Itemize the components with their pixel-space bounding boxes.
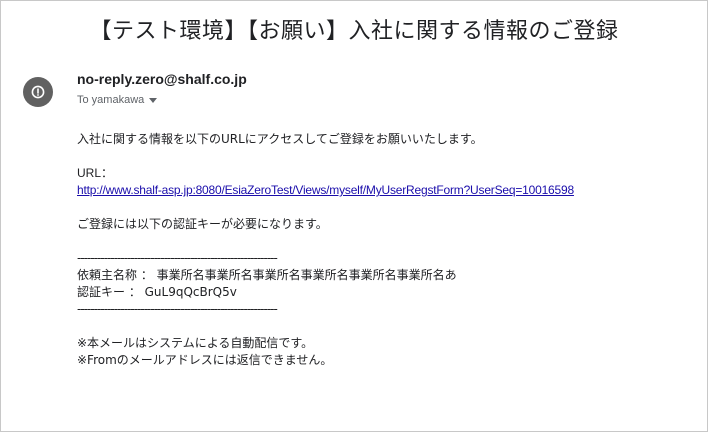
sender-avatar[interactable] — [23, 77, 53, 107]
recipient-label: To yamakawa — [77, 94, 145, 106]
footer-auto-notice: ※本メールはシステムによる自動配信です。 — [77, 336, 314, 350]
auth-key-line: 認証キー ： GuL9qQcBrQ5v — [77, 285, 237, 299]
requester-name-line: 依頼主名称 ： 事業所名事業所名事業所名事業所名事業所名事業所名あ — [77, 268, 457, 282]
sender-email[interactable]: no-reply.zero@shalf.co.jp — [77, 71, 247, 87]
email-subject: 【テスト環境】【お願い】入社に関する情報のご登録 — [89, 19, 619, 44]
separator-bottom: ----------------------------------------… — [77, 302, 278, 316]
email-frame: 【テスト環境】【お願い】入社に関する情報のご登録 no-reply.zero@s… — [0, 0, 708, 432]
url-label: URL： — [77, 166, 114, 180]
auth-key-notice: ご登録には以下の認証キーが必要になります。 — [77, 217, 328, 231]
email-body: 入社に関する情報を以下のURLにアクセスしてご登録をお願いいたします。 URL：… — [77, 131, 697, 369]
footer-no-reply-notice: ※Fromのメールアドレスには返信できません。 — [77, 353, 333, 367]
recipient-line: To yamakawa — [77, 94, 158, 106]
info-circle-icon — [31, 85, 45, 99]
separator-top: ----------------------------------------… — [77, 251, 278, 265]
registration-url-link[interactable]: http://www.shalf-asp.jp:8080/EsiaZeroTes… — [77, 183, 574, 197]
caret-down-icon[interactable] — [149, 98, 158, 103]
body-intro: 入社に関する情報を以下のURLにアクセスしてご登録をお願いいたします。 — [77, 132, 483, 146]
